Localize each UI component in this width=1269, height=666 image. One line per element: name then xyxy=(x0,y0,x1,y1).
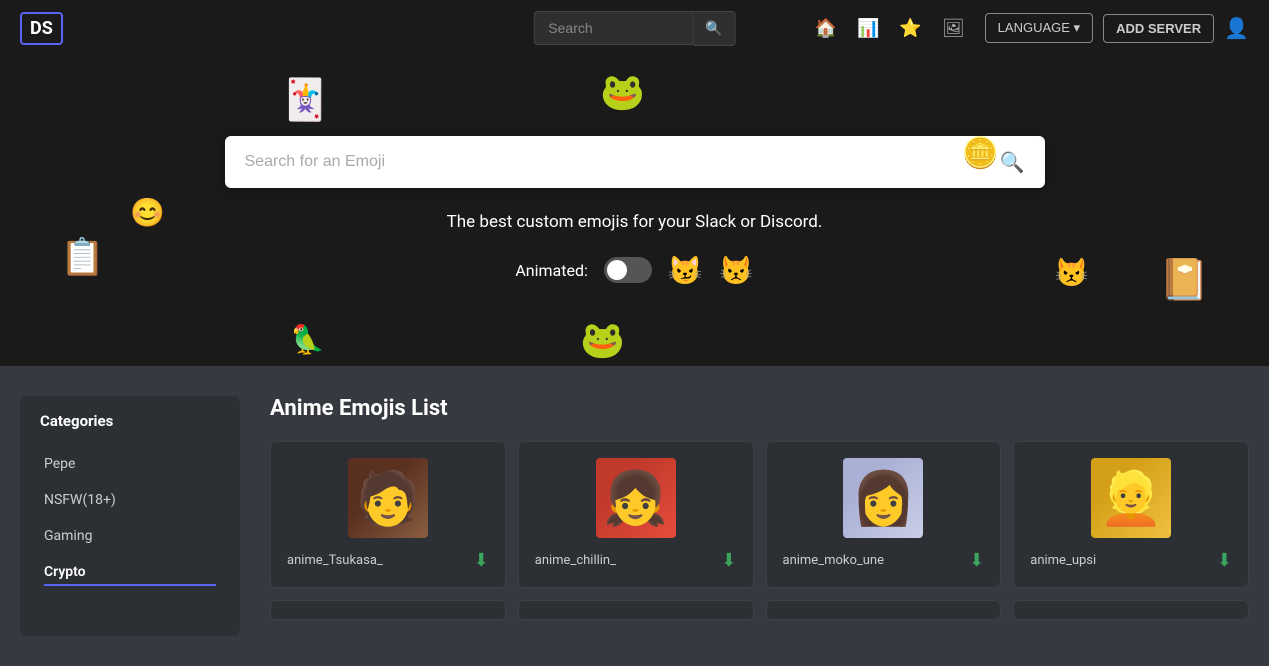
emoji-name-chillin: anime_chillin_ xyxy=(535,553,616,568)
emoji-card-footer-upsi: anime_upsi ⬇ xyxy=(1030,550,1232,571)
emoji-card-moko: anime_moko_une ⬇ xyxy=(766,441,1002,588)
chart-icon[interactable]: 📊 xyxy=(857,18,879,39)
nav-search-button[interactable]: 🔍 xyxy=(693,11,735,46)
emoji-grid-row2 xyxy=(270,600,1249,620)
floating-emoji-4: 😊 xyxy=(130,196,165,229)
emoji-image-tsukasa xyxy=(348,458,428,538)
sidebar-item-nsfw[interactable]: NSFW(18+) xyxy=(36,482,224,518)
emoji-card-tsukasa: anime_Tsukasa_ ⬇ xyxy=(270,441,506,588)
sidebar: Categories Pepe NSFW(18+) Gaming Crypto xyxy=(20,396,240,636)
floating-emoji-6: 📔 xyxy=(1159,256,1209,303)
emoji-image-upsi xyxy=(1091,458,1171,538)
emoji-stub-3 xyxy=(766,600,1002,620)
nav-search-container: 🔍 xyxy=(533,11,735,46)
star-icon[interactable]: ⭐ xyxy=(899,18,921,39)
home-icon[interactable]: 🏠 xyxy=(815,18,837,39)
emoji-section: Anime Emojis List anime_Tsukasa_ ⬇ anime… xyxy=(270,396,1249,636)
sidebar-item-pepe[interactable]: Pepe xyxy=(36,446,224,482)
sidebar-item-crypto[interactable]: Crypto xyxy=(36,554,224,596)
emoji-name-upsi: anime_upsi xyxy=(1030,553,1096,568)
emoji-section-title: Anime Emojis List xyxy=(270,396,1249,421)
nav-search-input[interactable] xyxy=(533,11,693,45)
hero-tagline: The best custom emojis for your Slack or… xyxy=(447,212,823,232)
site-logo[interactable]: DS xyxy=(20,12,63,45)
hero-section: 🃏 🐸 📋 😊 😾 📔 🪙 🦜 🐸 🔍 The best custom emoj… xyxy=(0,56,1269,366)
emoji-download-tsukasa[interactable]: ⬇ xyxy=(474,550,489,571)
hero-search-icon: 🔍 xyxy=(1000,150,1025,174)
emoji-download-chillin[interactable]: ⬇ xyxy=(721,550,736,571)
emoji-image-chillin xyxy=(596,458,676,538)
emoji-name-moko: anime_moko_une xyxy=(783,553,885,568)
floating-emoji-8: 🦜 xyxy=(290,323,325,356)
hero-search-bar: 🔍 xyxy=(225,136,1045,188)
sidebar-item-gaming[interactable]: Gaming xyxy=(36,518,224,554)
navbar: DS 🔍 🏠 📊 ⭐ 🖼 LANGUAGE ▾ ADD SERVER 👤 xyxy=(0,0,1269,56)
emoji-grid: anime_Tsukasa_ ⬇ anime_chillin_ ⬇ anime_… xyxy=(270,441,1249,588)
language-button[interactable]: LANGUAGE ▾ xyxy=(985,13,1093,43)
emoji-card-upsi: anime_upsi ⬇ xyxy=(1013,441,1249,588)
emoji-face-2: 😾 xyxy=(719,254,754,287)
emoji-stub-4 xyxy=(1013,600,1249,620)
main-content: Categories Pepe NSFW(18+) Gaming Crypto … xyxy=(0,366,1269,666)
emoji-download-upsi[interactable]: ⬇ xyxy=(1217,550,1232,571)
nav-icon-group: 🏠 📊 ⭐ 🖼 xyxy=(815,18,965,39)
hero-search-input[interactable] xyxy=(245,153,1000,171)
user-icon[interactable]: 👤 xyxy=(1224,16,1249,40)
nav-right-group: LANGUAGE ▾ ADD SERVER 👤 xyxy=(985,13,1249,43)
floating-emoji-1: 🃏 xyxy=(280,76,330,123)
emoji-stub-2 xyxy=(518,600,754,620)
floating-emoji-5: 😾 xyxy=(1054,256,1089,289)
floating-emoji-9: 🐸 xyxy=(580,319,625,361)
image-icon[interactable]: 🖼 xyxy=(942,18,965,39)
emoji-card-chillin: anime_chillin_ ⬇ xyxy=(518,441,754,588)
emoji-download-moko[interactable]: ⬇ xyxy=(969,550,984,571)
sidebar-title: Categories xyxy=(36,412,224,430)
sidebar-active-indicator xyxy=(44,584,216,586)
animated-toggle-row: Animated: 😼 😾 xyxy=(515,254,753,287)
emoji-image-moko xyxy=(843,458,923,538)
floating-emoji-2: 🐸 xyxy=(600,71,645,113)
emoji-card-footer-moko: anime_moko_une ⬇ xyxy=(783,550,985,571)
emoji-name-tsukasa: anime_Tsukasa_ xyxy=(287,553,383,568)
emoji-stub-1 xyxy=(270,600,506,620)
add-server-button[interactable]: ADD SERVER xyxy=(1103,14,1214,43)
animated-label: Animated: xyxy=(515,261,588,280)
emoji-card-footer-chillin: anime_chillin_ ⬇ xyxy=(535,550,737,571)
animated-toggle[interactable] xyxy=(604,257,652,283)
emoji-card-footer-tsukasa: anime_Tsukasa_ ⬇ xyxy=(287,550,489,571)
emoji-face-1: 😼 xyxy=(668,254,703,287)
floating-emoji-3: 📋 xyxy=(60,236,105,278)
